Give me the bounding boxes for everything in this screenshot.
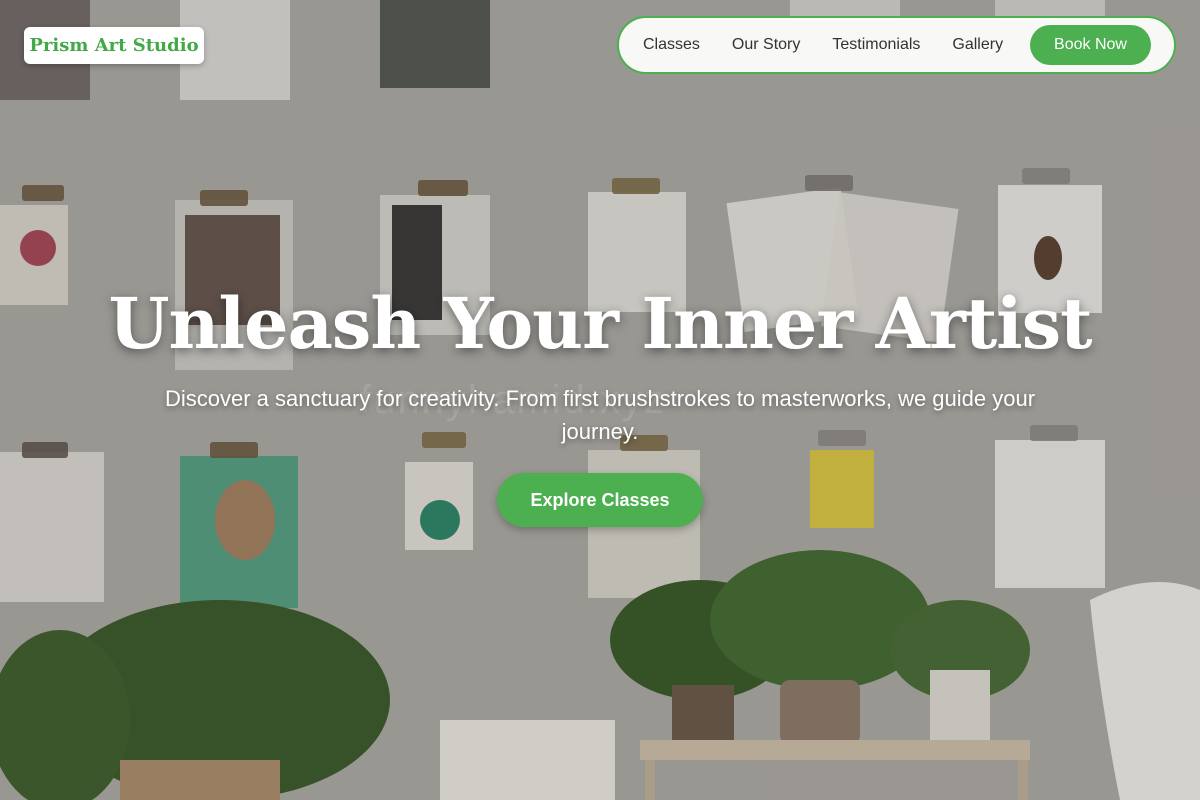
main-navigation: Classes Our Story Testimonials Gallery B…	[617, 16, 1176, 74]
nav-link-our-story[interactable]: Our Story	[732, 36, 800, 54]
nav-link-classes[interactable]: Classes	[643, 36, 700, 54]
hero-title: Unleash Your Inner Artist	[108, 282, 1093, 365]
site-logo[interactable]: Prism Art Studio	[24, 27, 204, 64]
explore-classes-button[interactable]: Explore Classes	[497, 473, 703, 527]
nav-link-gallery[interactable]: Gallery	[952, 36, 1003, 54]
hero-subtitle: Discover a sanctuary for creativity. Fro…	[164, 386, 1036, 444]
book-now-button[interactable]: Book Now	[1030, 25, 1151, 65]
nav-link-testimonials[interactable]: Testimonials	[832, 36, 920, 54]
